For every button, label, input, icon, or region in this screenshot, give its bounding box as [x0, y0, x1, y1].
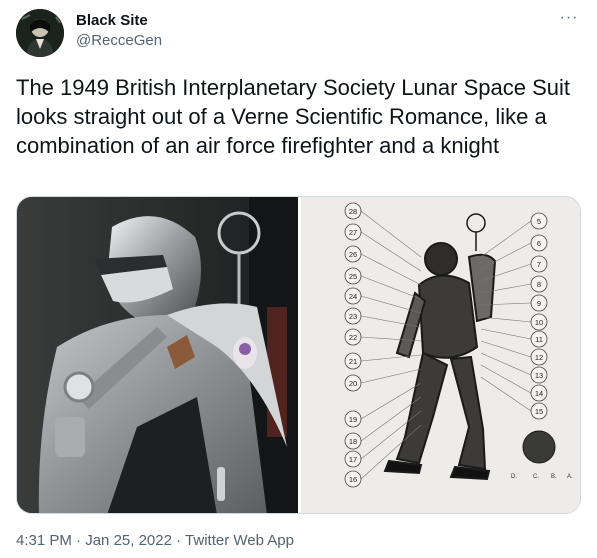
avatar-image	[16, 9, 64, 57]
callout-label: 21	[349, 357, 357, 366]
tweet-time[interactable]: 4:31 PM	[16, 532, 72, 549]
tweet-timestamp: 4:31 PM · Jan 25, 2022 · Twitter Web App	[16, 531, 294, 551]
separator: ·	[71, 532, 86, 549]
callout-label: 14	[535, 389, 543, 398]
callout-label: 9	[537, 299, 541, 308]
avatar[interactable]	[16, 9, 64, 57]
callout-label: 15	[535, 407, 543, 416]
callout-label: 6	[537, 239, 541, 248]
diagram-letter: A.	[567, 474, 573, 480]
callout-label: 16	[349, 475, 357, 484]
media-image-suit-diagram[interactable]: 28 27 26 25 24 23 22 21 20 19 18 17 16 5 6 7 8 9 10 11 12 13…	[301, 197, 580, 513]
tweet-text: The 1949 British Interplanetary Society …	[16, 75, 570, 158]
callout-label: 11	[535, 335, 543, 344]
media-grid: 28 27 26 25 24 23 22 21 20 19 18 17 16 5 6 7 8 9 10 11 12 13…	[16, 196, 581, 514]
diagram-letter: B.	[551, 474, 557, 480]
tweet: Black Site @RecceGen ··· The 1949 Britis…	[0, 0, 597, 558]
callout-label: 19	[349, 415, 357, 424]
display-name[interactable]: Black Site	[76, 12, 162, 30]
tweet-date[interactable]: Jan 25, 2022	[85, 532, 172, 549]
callout-label: 26	[349, 250, 357, 259]
callout-label: 7	[537, 260, 541, 269]
more-options-icon[interactable]: ···	[555, 10, 583, 30]
callout-label: 10	[535, 318, 543, 327]
callout-label: 24	[349, 292, 357, 301]
callout-label: 23	[349, 312, 357, 321]
callout-label: 8	[537, 280, 541, 289]
callout-label: 22	[349, 333, 357, 342]
callout-label: 18	[349, 437, 357, 446]
callout-label: 25	[349, 272, 357, 281]
callout-label: 5	[537, 217, 541, 226]
diagram-letter: C.	[533, 474, 539, 480]
callout-label: 13	[535, 371, 543, 380]
media-image-suit-photo[interactable]	[17, 197, 298, 513]
callout-label: 17	[349, 455, 357, 464]
diagram: 28 27 26 25 24 23 22 21 20 19 18 17 16 5 6 7 8 9 10 11 12 13…	[301, 197, 580, 513]
callout-label: 27	[349, 228, 357, 237]
callout-label: 20	[349, 379, 357, 388]
tweet-source[interactable]: Twitter Web App	[185, 532, 294, 549]
author-block: Black Site @RecceGen	[76, 12, 162, 50]
handle[interactable]: @RecceGen	[76, 32, 162, 50]
callout-label: 28	[349, 207, 357, 216]
diagram-letter: D.	[511, 474, 517, 480]
callout-label: 12	[535, 353, 543, 362]
separator: ·	[171, 532, 186, 549]
